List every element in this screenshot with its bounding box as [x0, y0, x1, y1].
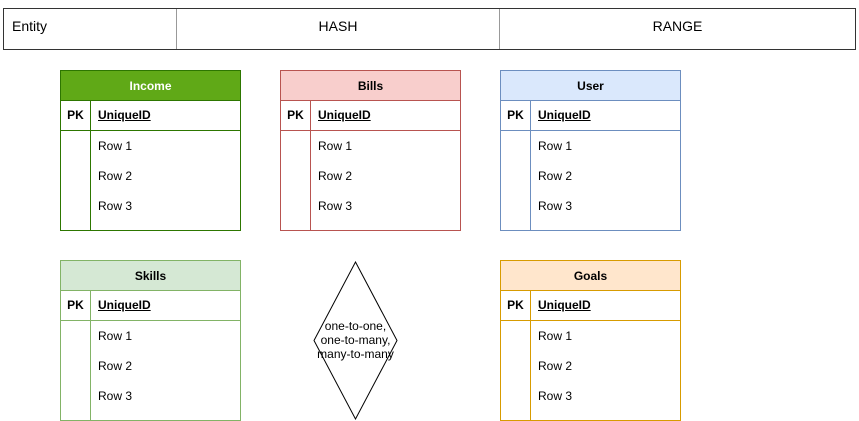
pk-field: UniqueID [318, 108, 371, 122]
header-hash: HASH [177, 9, 500, 49]
pk-row: PK UniqueID [501, 101, 680, 131]
rows-list: Row 1 Row 2 Row 3 [91, 131, 240, 230]
relationship-line: one-to-many, [320, 333, 391, 347]
entity-header-table: Entity HASH RANGE [3, 8, 856, 50]
row-item: Row 1 [538, 139, 573, 153]
rows-list: Row 1 Row 2 Row 3 [91, 321, 240, 420]
pk-field: UniqueID [538, 298, 591, 312]
rows-list: Row 1 Row 2 Row 3 [531, 321, 680, 420]
header-range: RANGE [652, 18, 703, 34]
relationship-diamond[interactable]: one-to-one, one-to-many, many-to-many [313, 261, 398, 420]
rows-section: Row 1 Row 2 Row 3 [281, 131, 460, 230]
row-item: Row 2 [318, 169, 353, 183]
entity-title: Goals [501, 261, 680, 291]
pk-field: UniqueID [538, 108, 591, 122]
rows-section: Row 1 Row 2 Row 3 [61, 131, 240, 230]
entity-bills[interactable]: Bills PK UniqueID Row 1 Row 2 Row 3 [280, 70, 461, 231]
entity-goals[interactable]: Goals PK UniqueID Row 1 Row 2 Row 3 [500, 260, 681, 421]
relationship-line: one-to-one, [324, 319, 387, 333]
row-item: Row 2 [538, 359, 573, 373]
entity-title: Income [61, 71, 240, 101]
rows-section: Row 1 Row 2 Row 3 [501, 131, 680, 230]
rows-gutter [61, 131, 91, 230]
rows-list: Row 1 Row 2 Row 3 [311, 131, 460, 230]
entity-title: Bills [281, 71, 460, 101]
rows-gutter [61, 321, 91, 420]
pk-field: UniqueID [98, 108, 151, 122]
pk-label: PK [281, 101, 311, 130]
pk-label: PK [501, 291, 531, 320]
row-item: Row 2 [98, 169, 133, 183]
header-entity: Entity [4, 9, 177, 49]
row-item: Row 3 [318, 199, 353, 213]
entity-title: User [501, 71, 680, 101]
entity-user[interactable]: User PK UniqueID Row 1 Row 2 Row 3 [500, 70, 681, 231]
rows-section: Row 1 Row 2 Row 3 [501, 321, 680, 420]
row-item: Row 3 [98, 389, 133, 403]
row-item: Row 2 [98, 359, 133, 373]
rows-list: Row 1 Row 2 Row 3 [531, 131, 680, 230]
row-item: Row 3 [98, 199, 133, 213]
pk-label: PK [501, 101, 531, 130]
rows-section: Row 1 Row 2 Row 3 [61, 321, 240, 420]
pk-row: PK UniqueID [61, 291, 240, 321]
row-item: Row 1 [98, 329, 133, 343]
rows-gutter [281, 131, 311, 230]
row-item: Row 1 [98, 139, 133, 153]
pk-field: UniqueID [98, 298, 151, 312]
pk-label: PK [61, 101, 91, 130]
rows-gutter [501, 131, 531, 230]
row-item: Row 2 [538, 169, 573, 183]
rows-gutter [501, 321, 531, 420]
entity-skills[interactable]: Skills PK UniqueID Row 1 Row 2 Row 3 [60, 260, 241, 421]
row-item: Row 1 [538, 329, 573, 343]
pk-row: PK UniqueID [501, 291, 680, 321]
relationship-label: one-to-one, one-to-many, many-to-many [313, 319, 398, 361]
row-item: Row 3 [538, 199, 573, 213]
pk-row: PK UniqueID [61, 101, 240, 131]
pk-label: PK [61, 291, 91, 320]
entity-income[interactable]: Income PK UniqueID Row 1 Row 2 Row 3 [60, 70, 241, 231]
row-item: Row 3 [538, 389, 573, 403]
row-item: Row 1 [318, 139, 353, 153]
entity-title: Skills [61, 261, 240, 291]
pk-row: PK UniqueID [281, 101, 460, 131]
relationship-line: many-to-many [317, 347, 394, 361]
